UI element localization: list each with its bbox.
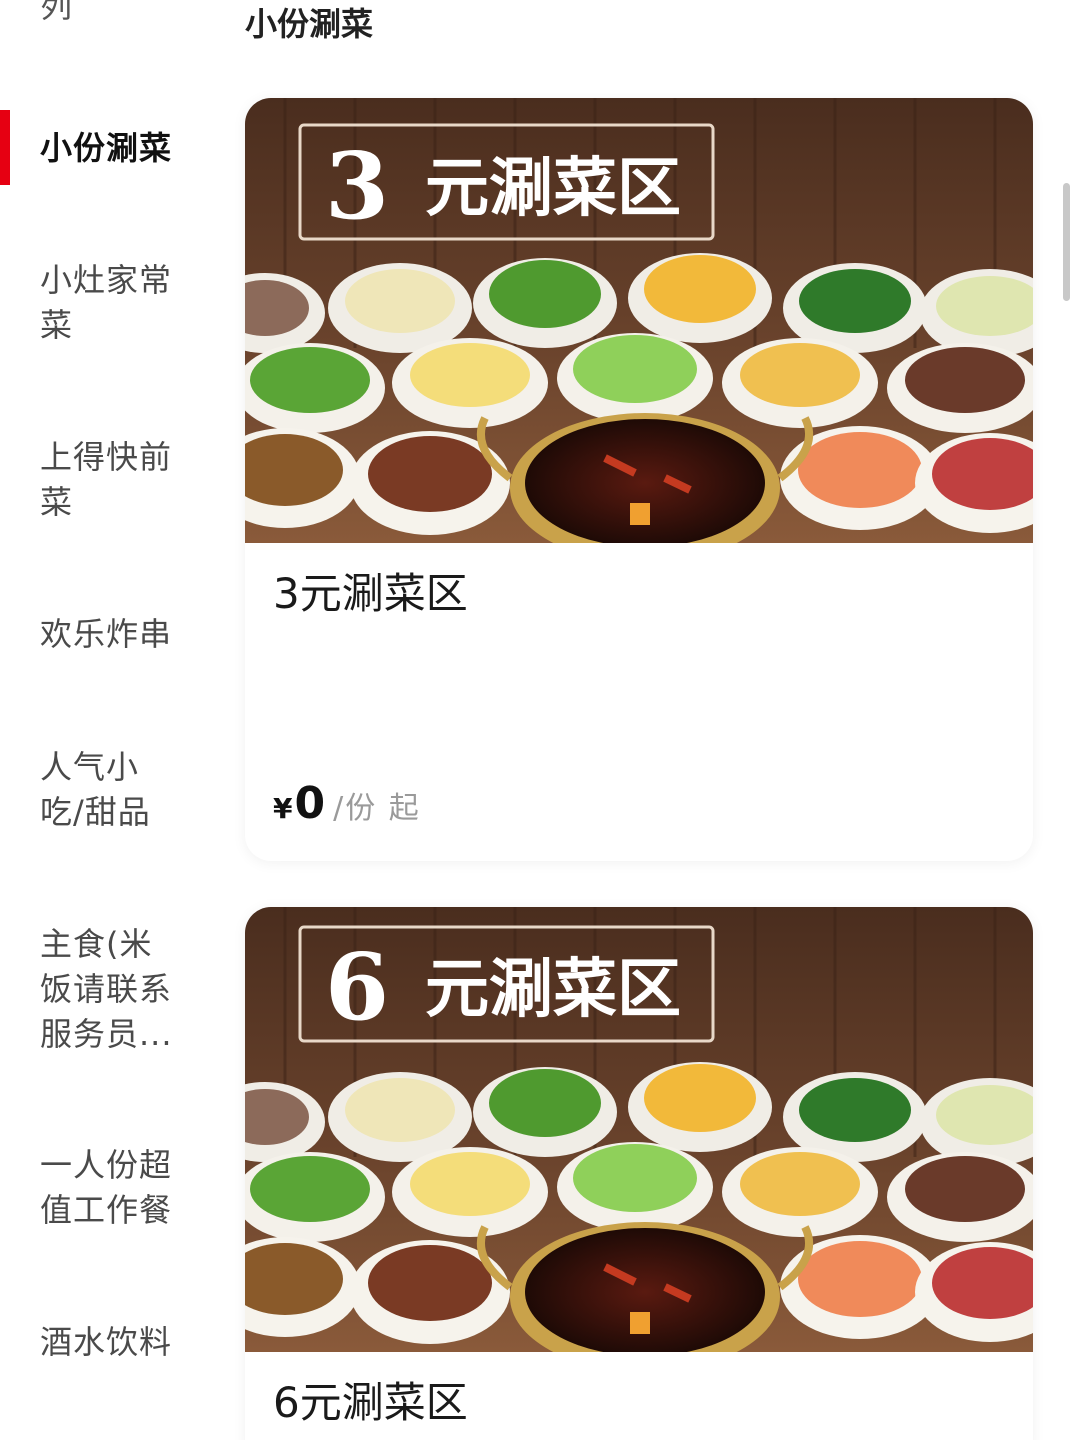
product-name: 3元涮菜区 <box>273 569 468 618</box>
sidebar-item-staple-food[interactable]: 主食(米饭请联系服务员... <box>40 922 180 1057</box>
banner-text: 元涮菜区 <box>425 952 681 1027</box>
sidebar-item-fried-skewers[interactable]: 欢乐炸串 <box>40 612 180 657</box>
product-name: 6元涮菜区 <box>273 1378 468 1427</box>
sidebar-item-snacks-desserts[interactable]: 人气小吃/甜品 <box>40 745 180 835</box>
price-value: 0 <box>294 778 326 829</box>
app-page: 列 小份涮菜 小灶家常菜 上得快前菜 欢乐炸串 人气小吃/甜品 主食(米饭请联系… <box>0 0 1080 1440</box>
section-title: 小份涮菜 <box>245 5 374 43</box>
sidebar-item-home-dishes[interactable]: 小灶家常菜 <box>40 258 180 348</box>
category-sidebar: 列 小份涮菜 小灶家常菜 上得快前菜 欢乐炸串 人气小吃/甜品 主食(米饭请联系… <box>0 0 230 1440</box>
sidebar-item-work-meal[interactable]: 一人份超值工作餐 <box>40 1143 180 1233</box>
product-image: 6 元涮菜区 <box>245 907 1033 1352</box>
sidebar-item-small-veg[interactable]: 小份涮菜 <box>40 126 180 171</box>
active-category-indicator <box>0 110 10 185</box>
sidebar-item-partial[interactable]: 列 <box>40 0 72 26</box>
price-currency: ¥ <box>273 792 293 825</box>
price-row: ¥ 0 /份 起 <box>273 778 421 829</box>
sidebar-item-quick-starters[interactable]: 上得快前菜 <box>40 435 180 525</box>
banner-number: 3 <box>325 132 389 240</box>
product-card[interactable]: 6 元涮菜区 6元涮菜区 <box>245 907 1033 1440</box>
product-card[interactable]: 3 元涮菜区 3元涮菜区 ¥ 0 /份 起 <box>245 98 1033 861</box>
price-unit: /份 起 <box>333 791 421 826</box>
scrollbar[interactable] <box>1063 183 1070 301</box>
banner-text: 元涮菜区 <box>425 151 681 226</box>
sidebar-item-drinks[interactable]: 酒水饮料 <box>40 1320 180 1365</box>
product-image: 3 元涮菜区 <box>245 98 1033 543</box>
banner-number: 6 <box>325 933 389 1041</box>
